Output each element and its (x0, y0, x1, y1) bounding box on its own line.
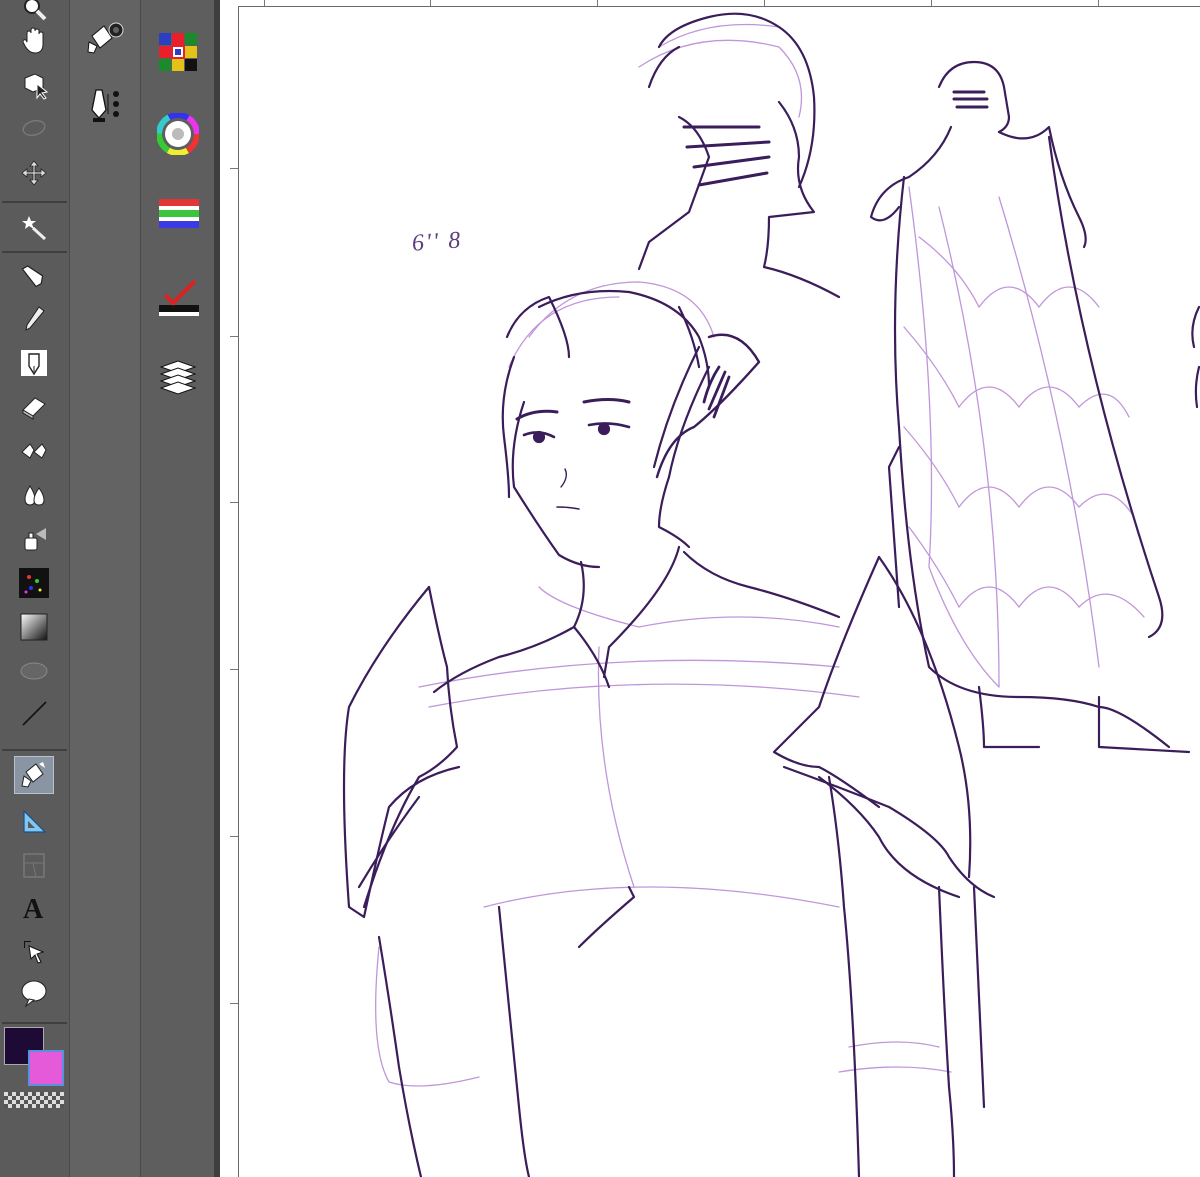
operation-arrow-icon[interactable] (14, 932, 54, 970)
svg-text:A: A (23, 894, 44, 922)
water-drop-icon[interactable] (14, 476, 54, 514)
color-slider-icon[interactable] (153, 190, 203, 238)
color-wheel-icon[interactable] (153, 110, 203, 158)
auto-select-wand-icon[interactable] (14, 208, 54, 246)
separator (2, 251, 67, 253)
vector-pen-icon[interactable] (81, 82, 133, 128)
subtool-panel (69, 0, 141, 1177)
hand-icon[interactable] (14, 22, 54, 60)
eraser-icon[interactable] (14, 388, 54, 426)
sketch-artwork (342, 12, 1200, 1177)
approx-color-icon[interactable] (153, 274, 203, 322)
tool-palette: A (0, 0, 69, 1177)
drawing-canvas[interactable]: 6'' 8 (239, 7, 1200, 1177)
move-layer-icon[interactable] (14, 154, 54, 192)
transparent-color-swatch[interactable] (4, 1092, 64, 1108)
figure-ellipse-icon[interactable] (14, 652, 54, 690)
text-icon[interactable]: A (14, 888, 54, 926)
fill-bucket-icon[interactable] (14, 756, 54, 794)
layers-icon[interactable] (153, 352, 203, 400)
line-icon[interactable] (14, 694, 54, 732)
height-annotation: 6'' 8 (411, 227, 464, 257)
frame-icon[interactable] (14, 846, 54, 884)
object-select-icon[interactable] (14, 66, 54, 104)
sub-color-swatch[interactable] (28, 1050, 64, 1086)
brush-icon[interactable] (14, 344, 54, 382)
fill-settings-icon[interactable] (81, 14, 133, 60)
horizontal-ruler (238, 0, 1200, 7)
vertical-ruler (220, 0, 239, 1177)
pencil-icon[interactable] (14, 300, 54, 338)
pen-icon[interactable] (14, 256, 54, 294)
blend-icon[interactable] (14, 432, 54, 470)
lasso-select-icon[interactable] (14, 110, 54, 148)
palette-panel (140, 0, 215, 1177)
ruler-icon[interactable] (14, 802, 54, 840)
airbrush-icon[interactable] (14, 520, 54, 558)
balloon-icon[interactable] (14, 974, 54, 1012)
decoration-icon[interactable] (14, 564, 54, 602)
separator (2, 201, 67, 203)
separator (2, 1022, 67, 1024)
gradient-icon[interactable] (14, 608, 54, 646)
color-set-icon[interactable] (153, 28, 203, 76)
separator (2, 749, 67, 751)
